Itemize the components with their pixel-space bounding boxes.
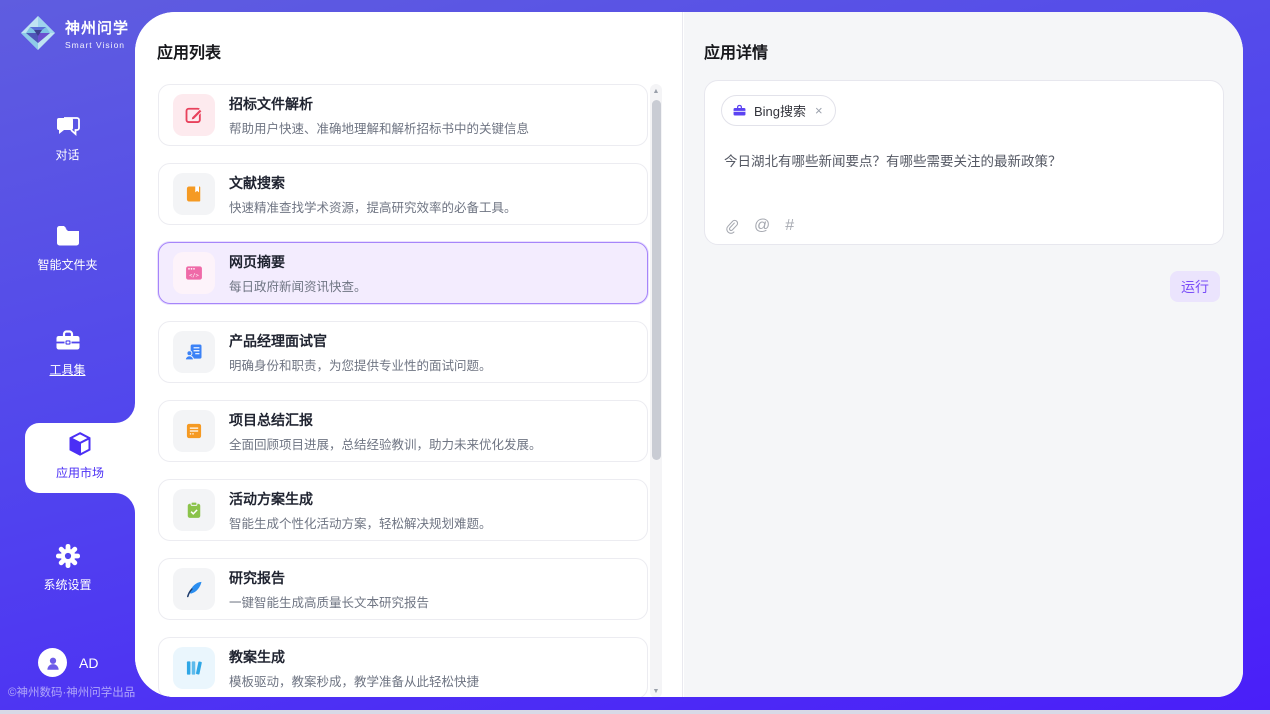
copyright-text: ©神州数码·神州问学出品 (8, 684, 135, 700)
browser-code-icon: </> (173, 252, 215, 294)
user-account[interactable]: AD (38, 648, 98, 677)
app-name: 项目总结汇报 (229, 410, 542, 430)
avatar (38, 648, 67, 677)
user-name: AD (79, 655, 98, 671)
edit-document-icon (173, 94, 215, 136)
toolbox-icon (54, 327, 82, 355)
main-content: 应用列表 招标文件解析 帮助用户快速、准确地理解和解析招标书中的关键信息 (135, 12, 1243, 697)
sidebar-item-toolbox[interactable]: 工具集 (0, 327, 135, 378)
sidebar-item-chat[interactable]: 对话 (0, 112, 135, 163)
app-detail-title: 应用详情 (704, 39, 768, 63)
app-name: 招标文件解析 (229, 94, 529, 114)
clipboard-check-icon (173, 489, 215, 531)
app-desc: 一键智能生成高质量长文本研究报告 (229, 592, 429, 611)
app-card-bid-parsing[interactable]: 招标文件解析 帮助用户快速、准确地理解和解析招标书中的关键信息 (158, 84, 648, 146)
sidebar-item-settings[interactable]: 系统设置 (0, 542, 135, 593)
quill-pen-icon (173, 568, 215, 610)
app-card-project-summary[interactable]: 项目总结汇报 全面回顾项目进展，总结经验教训，助力未来优化发展。 (158, 400, 648, 462)
sidebar-item-label: 工具集 (0, 361, 135, 378)
svg-text:</>: </> (189, 273, 200, 279)
sidebar-item-label: 对话 (0, 146, 135, 163)
app-logo: 神州问学 Smart Vision (18, 13, 129, 53)
book-icon (173, 173, 215, 215)
user-avatar-icon (44, 654, 62, 672)
tool-tag-bing-search[interactable]: Bing搜索 × (721, 95, 836, 126)
tool-tag-label: Bing搜索 (754, 101, 806, 120)
scroll-up-icon[interactable]: ▲ (650, 84, 662, 98)
smart-folder-icon (54, 222, 82, 250)
cube-icon (66, 430, 94, 458)
close-icon[interactable]: × (813, 103, 825, 118)
app-desc: 明确身份和职责，为您提供专业性的面试问题。 (229, 355, 492, 374)
sidebar-item-app-market[interactable]: 应用市场 (25, 430, 135, 481)
sidebar-item-label: 智能文件夹 (0, 256, 135, 273)
sidebar-item-label: 应用市场 (25, 464, 135, 481)
app-desc: 智能生成个性化活动方案，轻松解决规划难题。 (229, 513, 492, 532)
app-desc: 帮助用户快速、准确地理解和解析招标书中的关键信息 (229, 118, 529, 137)
app-list-scrollbar[interactable]: ▲ ▼ (650, 84, 662, 697)
app-desc: 全面回顾项目进展，总结经验教训，助力未来优化发展。 (229, 434, 542, 453)
sidebar-item-label: 系统设置 (0, 576, 135, 593)
gear-icon (54, 542, 82, 570)
brand-subtitle: Smart Vision (65, 40, 129, 50)
app-card-lesson-plan[interactable]: 教案生成 模板驱动，教案秒成，教学准备从此轻松快捷 (158, 637, 648, 697)
app-name: 活动方案生成 (229, 489, 492, 509)
briefcase-icon (732, 103, 747, 118)
app-desc: 每日政府新闻资讯快查。 (229, 276, 367, 295)
app-list-title: 应用列表 (157, 39, 221, 63)
app-name: 文献搜索 (229, 173, 517, 193)
app-detail-panel: 应用详情 Bing搜索 × 今日湖北有哪些新闻要点？有哪些需要关注的最新政策？ (684, 12, 1243, 697)
attachment-icon[interactable] (724, 218, 739, 235)
scroll-down-icon[interactable]: ▼ (650, 684, 662, 697)
hashtag-icon[interactable]: # (785, 217, 794, 235)
app-name: 研究报告 (229, 568, 429, 588)
note-icon (173, 410, 215, 452)
app-card-research-report[interactable]: 研究报告 一键智能生成高质量长文本研究报告 (158, 558, 648, 620)
app-card-pm-interviewer[interactable]: 产品经理面试官 明确身份和职责，为您提供专业性的面试问题。 (158, 321, 648, 383)
prompt-text[interactable]: 今日湖北有哪些新闻要点？有哪些需要关注的最新政策？ (724, 150, 1204, 170)
books-icon (173, 647, 215, 689)
app-card-literature-search[interactable]: 文献搜索 快速精准查找学术资源，提高研究效率的必备工具。 (158, 163, 648, 225)
run-button[interactable]: 运行 (1170, 271, 1220, 302)
prompt-input-card[interactable]: Bing搜索 × 今日湖北有哪些新闻要点？有哪些需要关注的最新政策？ @ # (704, 80, 1224, 245)
app-card-webpage-summary[interactable]: </> 网页摘要 每日政府新闻资讯快查。 (158, 242, 648, 304)
chat-icon (54, 112, 82, 140)
brand-name: 神州问学 (65, 17, 129, 38)
sidebar-item-smart-folder[interactable]: 智能文件夹 (0, 222, 135, 273)
app-desc: 模板驱动，教案秒成，教学准备从此轻松快捷 (229, 671, 479, 690)
gem-diamond-icon (18, 13, 58, 53)
app-desc: 快速精准查找学术资源，提高研究效率的必备工具。 (229, 197, 517, 216)
sidebar: 神州问学 Smart Vision 对话 智能文件夹 工具集 (0, 0, 135, 710)
app-list-panel: 应用列表 招标文件解析 帮助用户快速、准确地理解和解析招标书中的关键信息 (135, 12, 683, 697)
app-card-event-plan[interactable]: 活动方案生成 智能生成个性化活动方案，轻松解决规划难题。 (158, 479, 648, 541)
bottom-edge-strip (0, 710, 1270, 714)
scrollbar-thumb[interactable] (652, 100, 661, 460)
interviewer-icon (173, 331, 215, 373)
app-name: 产品经理面试官 (229, 331, 492, 351)
mention-icon[interactable]: @ (754, 217, 770, 235)
composer-toolbar: @ # (724, 217, 794, 235)
app-name: 网页摘要 (229, 252, 367, 272)
app-name: 教案生成 (229, 647, 479, 667)
